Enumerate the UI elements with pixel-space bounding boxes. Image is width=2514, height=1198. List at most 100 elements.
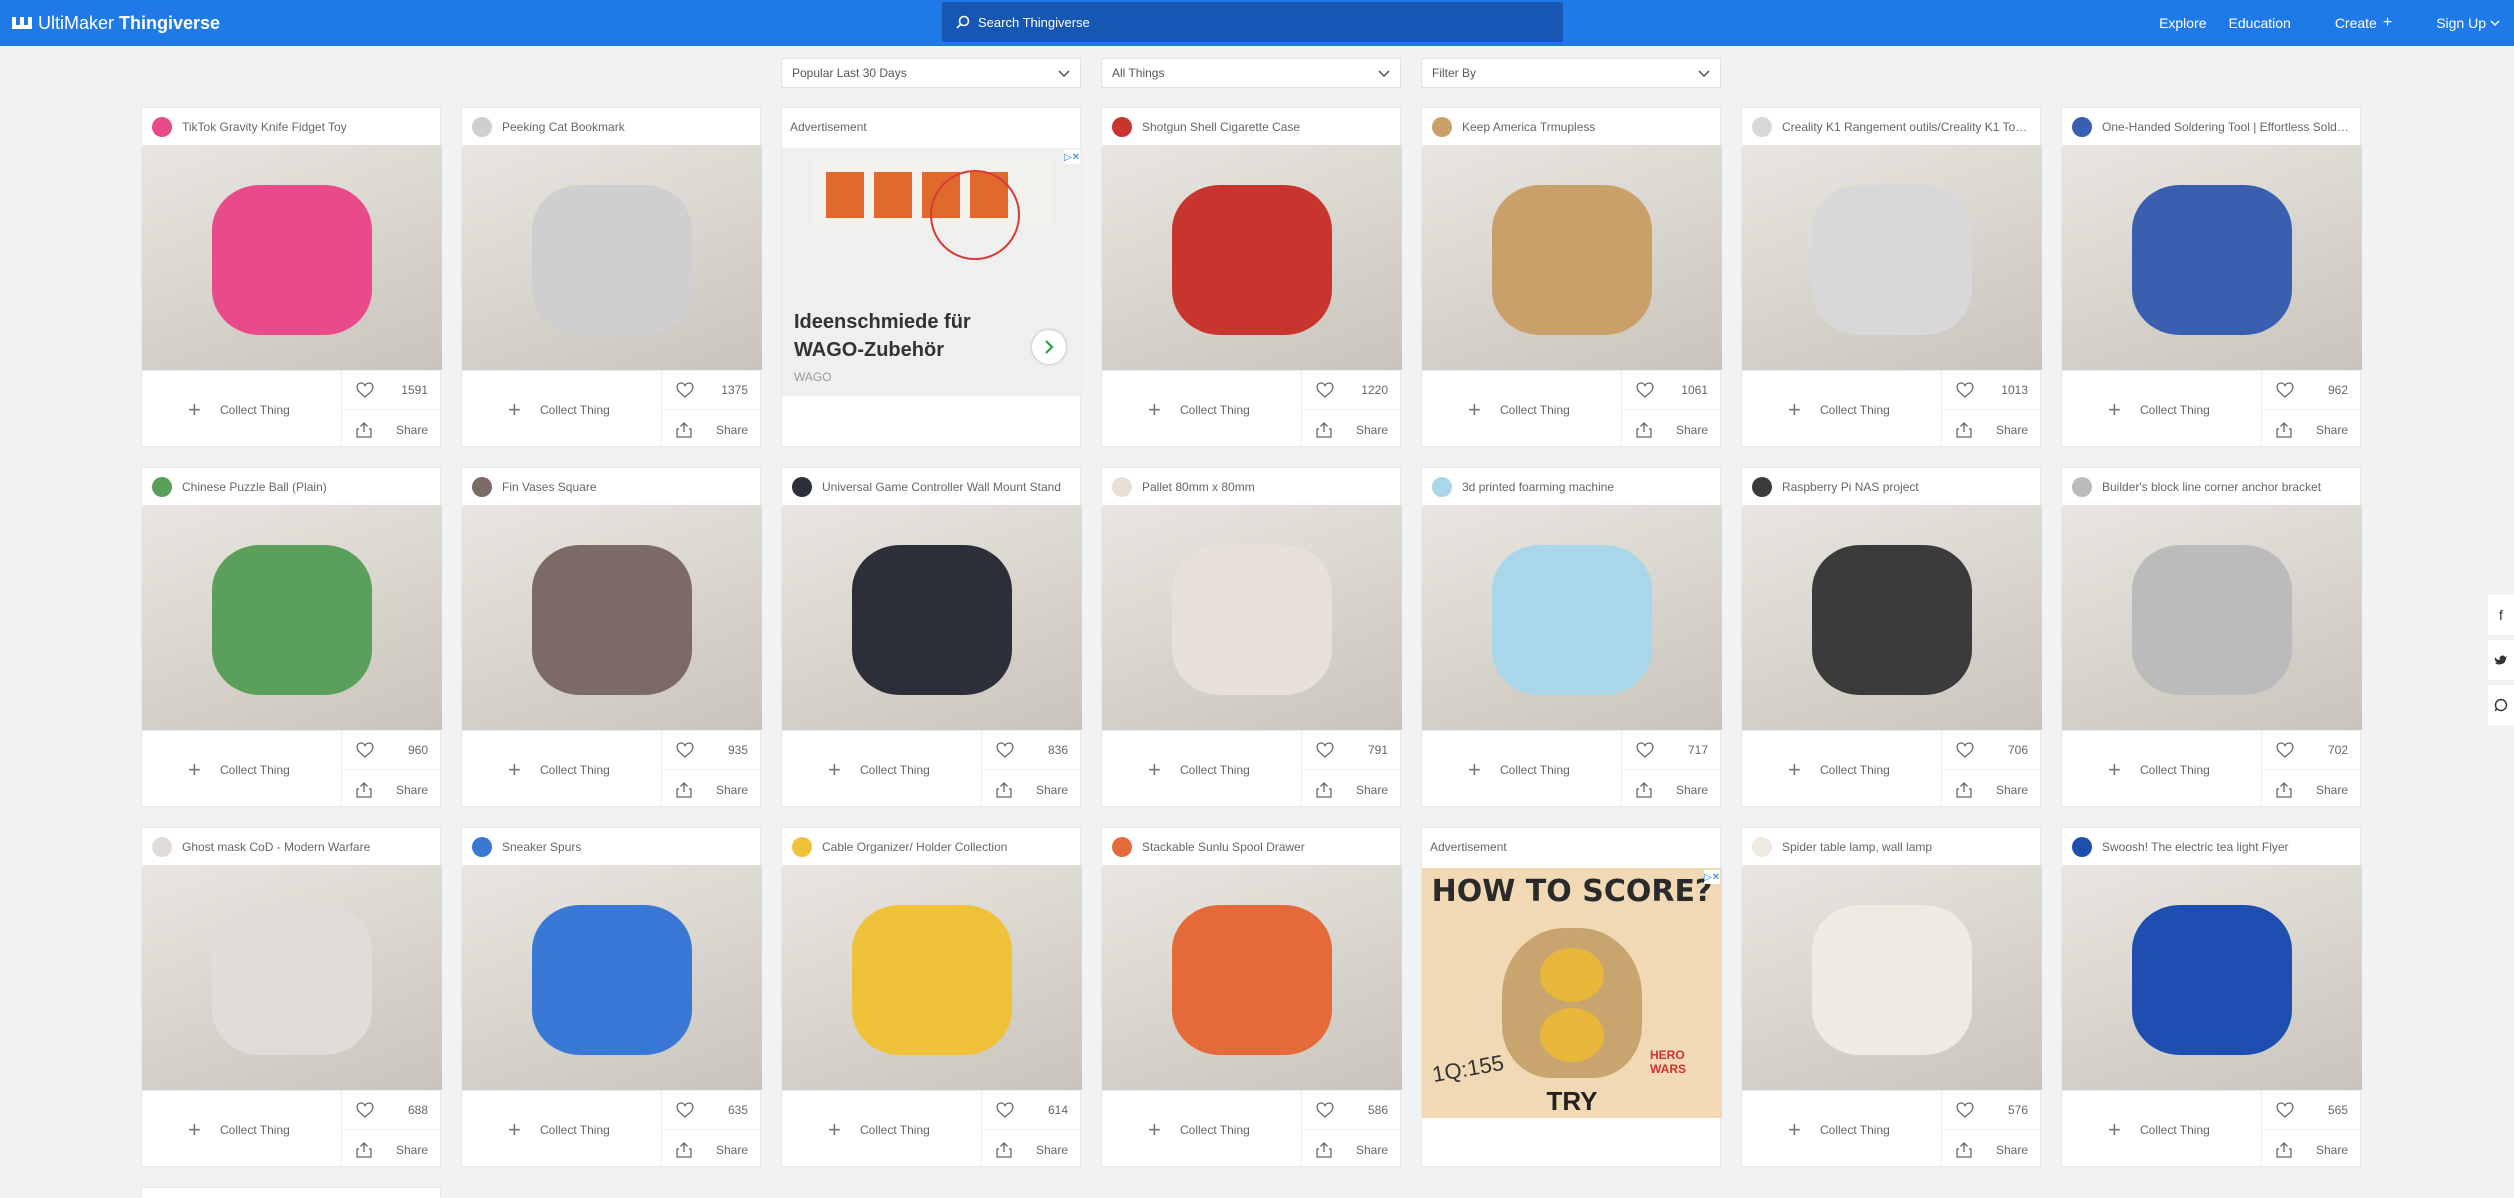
share-button[interactable]: Share — [982, 770, 1082, 809]
share-button[interactable]: Share — [662, 410, 762, 449]
like-button[interactable]: 586 — [1302, 1091, 1402, 1130]
type-dropdown[interactable]: All Things — [1101, 58, 1401, 88]
avatar[interactable] — [1112, 116, 1132, 137]
thing-image[interactable] — [1102, 505, 1402, 730]
ad-choices-icon[interactable]: ▷✕ — [1064, 150, 1080, 164]
thing-card[interactable]: Swoosh! The electric tea light Flyer + C… — [2061, 827, 2362, 1169]
brand-logo[interactable]: UltiMaker Thingiverse — [12, 0, 220, 46]
thing-image[interactable] — [1742, 145, 2042, 370]
thing-image[interactable] — [462, 505, 762, 730]
like-button[interactable]: 1375 — [662, 371, 762, 410]
collect-thing-button[interactable]: + Collect Thing — [1102, 371, 1302, 449]
collect-thing-button[interactable]: + Collect Thing — [142, 1091, 342, 1169]
thing-card[interactable]: 3d printed foarming machine + Collect Th… — [1421, 467, 1722, 809]
thing-card[interactable]: Shotgun Shell Cigarette Case + Collect T… — [1101, 107, 1402, 449]
thing-image[interactable] — [142, 145, 442, 370]
collect-thing-button[interactable]: + Collect Thing — [142, 731, 342, 809]
thing-image[interactable] — [142, 865, 442, 1090]
thing-card[interactable]: Builder's block line corner anchor brack… — [2061, 467, 2362, 809]
thing-card-partial[interactable] — [141, 1187, 441, 1198]
thing-card-header[interactable]: 3d printed foarming machine — [1422, 468, 1720, 505]
collect-thing-button[interactable]: + Collect Thing — [1742, 731, 1942, 809]
thing-title[interactable]: Shotgun Shell Cigarette Case — [1142, 120, 1300, 134]
avatar[interactable] — [472, 116, 492, 137]
collect-thing-button[interactable]: + Collect Thing — [1742, 371, 1942, 449]
avatar[interactable] — [1112, 836, 1132, 857]
thing-card[interactable]: Fin Vases Square + Collect Thing 935 Sha… — [461, 467, 762, 809]
like-button[interactable]: 1220 — [1302, 371, 1402, 410]
thing-image[interactable] — [462, 865, 762, 1090]
share-button[interactable]: Share — [662, 770, 762, 809]
search-input[interactable]: Search Thingiverse — [942, 2, 1563, 42]
thing-title[interactable]: One-Handed Soldering Tool | Effortless S… — [2102, 120, 2352, 134]
avatar[interactable] — [152, 836, 172, 857]
thing-card-header[interactable]: Cable Organizer/ Holder Collection — [782, 828, 1080, 865]
collect-thing-button[interactable]: + Collect Thing — [142, 371, 342, 449]
share-button[interactable]: Share — [1622, 770, 1722, 809]
thing-title[interactable]: Builder's block line corner anchor brack… — [2102, 480, 2321, 494]
thing-card[interactable]: Ghost mask CoD - Modern Warfare + Collec… — [141, 827, 442, 1169]
thing-card[interactable]: Chinese Puzzle Ball (Plain) + Collect Th… — [141, 467, 442, 809]
share-button[interactable]: Share — [1302, 770, 1402, 809]
avatar[interactable] — [792, 836, 812, 857]
share-button[interactable]: Share — [2262, 770, 2362, 809]
like-button[interactable]: 791 — [1302, 731, 1402, 770]
thing-card-header[interactable]: Pallet 80mm x 80mm — [1102, 468, 1400, 505]
thing-card-header[interactable]: Fin Vases Square — [462, 468, 760, 505]
thing-title[interactable]: Keep America Trmupless — [1462, 120, 1595, 134]
thing-title[interactable]: Chinese Puzzle Ball (Plain) — [182, 480, 327, 494]
avatar[interactable] — [1432, 476, 1452, 497]
avatar[interactable] — [152, 476, 172, 497]
collect-thing-button[interactable]: + Collect Thing — [462, 371, 662, 449]
thing-title[interactable]: Cable Organizer/ Holder Collection — [822, 840, 1007, 854]
like-button[interactable]: 706 — [1942, 731, 2042, 770]
advertisement-card[interactable]: Advertisement Ideenschmiede für WAGO-Zub… — [781, 107, 1082, 447]
thing-card-header[interactable]: Spider table lamp, wall lamp — [1742, 828, 2040, 865]
thing-card-header[interactable]: Peeking Cat Bookmark — [462, 108, 760, 145]
collect-thing-button[interactable]: + Collect Thing — [2062, 731, 2262, 809]
ad-image[interactable]: HOW TO SCORE? 1Q:155 TRY HERO WARS ▷✕ — [1422, 868, 1722, 1118]
thing-image[interactable] — [1422, 505, 1722, 730]
thing-title[interactable]: Stackable Sunlu Spool Drawer — [1142, 840, 1305, 854]
like-button[interactable]: 935 — [662, 731, 762, 770]
nav-explore[interactable]: Explore — [2159, 15, 2206, 31]
thing-card[interactable]: Sneaker Spurs + Collect Thing 635 Share — [461, 827, 762, 1169]
like-button[interactable]: 960 — [342, 731, 442, 770]
collect-thing-button[interactable]: + Collect Thing — [462, 731, 662, 809]
share-button[interactable]: Share — [662, 1130, 762, 1169]
avatar[interactable] — [792, 476, 812, 497]
share-button[interactable]: Share — [1622, 410, 1722, 449]
share-button[interactable]: Share — [342, 1130, 442, 1169]
thing-image[interactable] — [1422, 145, 1722, 370]
thing-card[interactable]: Creality K1 Rangement outils/Creality K1… — [1741, 107, 2042, 449]
thing-card[interactable]: Keep America Trmupless + Collect Thing 1… — [1421, 107, 1722, 449]
thing-image[interactable] — [142, 505, 442, 730]
thing-card[interactable]: Cable Organizer/ Holder Collection + Col… — [781, 827, 1082, 1169]
thing-title[interactable]: Universal Game Controller Wall Mount Sta… — [822, 480, 1061, 494]
like-button[interactable]: 688 — [342, 1091, 442, 1130]
share-button[interactable]: Share — [2262, 410, 2362, 449]
thing-card-header[interactable]: Universal Game Controller Wall Mount Sta… — [782, 468, 1080, 505]
thing-title[interactable]: TikTok Gravity Knife Fidget Toy — [182, 120, 347, 134]
avatar[interactable] — [2072, 836, 2092, 857]
thing-title[interactable]: Pallet 80mm x 80mm — [1142, 480, 1255, 494]
ad-image[interactable]: Ideenschmiede für WAGO-Zubehör WAGO ▷✕ — [782, 148, 1082, 396]
thing-card-header[interactable]: Creality K1 Rangement outils/Creality K1… — [1742, 108, 2040, 145]
collect-thing-button[interactable]: + Collect Thing — [462, 1091, 662, 1169]
thing-card-header[interactable]: One-Handed Soldering Tool | Effortless S… — [2062, 108, 2360, 145]
collect-thing-button[interactable]: + Collect Thing — [1102, 731, 1302, 809]
avatar[interactable] — [1752, 836, 1772, 857]
share-button[interactable]: Share — [342, 410, 442, 449]
like-button[interactable]: 565 — [2262, 1091, 2362, 1130]
thing-image[interactable] — [1102, 865, 1402, 1090]
collect-thing-button[interactable]: + Collect Thing — [1102, 1091, 1302, 1169]
filter-dropdown[interactable]: Filter By — [1421, 58, 1721, 88]
share-button[interactable]: Share — [342, 770, 442, 809]
thing-image[interactable] — [2062, 505, 2362, 730]
like-button[interactable]: 1061 — [1622, 371, 1722, 410]
advertisement-card[interactable]: Advertisement HOW TO SCORE? 1Q:155 TRY H… — [1421, 827, 1722, 1167]
thing-title[interactable]: Spider table lamp, wall lamp — [1782, 840, 1932, 854]
thing-card-header[interactable]: Ghost mask CoD - Modern Warfare — [142, 828, 440, 865]
collect-thing-button[interactable]: + Collect Thing — [1422, 371, 1622, 449]
share-button[interactable]: Share — [1942, 410, 2042, 449]
